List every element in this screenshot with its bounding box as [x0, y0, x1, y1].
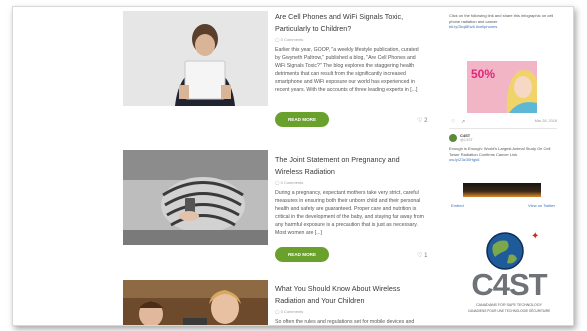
- post-thumbnail-pregnant-woman[interactable]: [123, 150, 268, 245]
- maple-leaf-icon: ✦: [531, 231, 540, 242]
- share-icon[interactable]: ↗: [461, 119, 465, 125]
- heart-icon: ♡: [417, 118, 423, 124]
- post-excerpt: During a pregnancy, expectant mothers ta…: [275, 190, 424, 236]
- twitter-widget-footer: Embed View on Twitter: [449, 203, 559, 211]
- tweet-actions: ♡ ↗ Mar 28, 2018: [449, 119, 559, 127]
- embed-link[interactable]: Embed: [451, 203, 464, 208]
- tweet-link[interactable]: bit.ly/2kq8Ew6 #cellphones: [449, 24, 559, 30]
- view-on-twitter-link[interactable]: View on Twitter: [528, 203, 555, 208]
- post-comments-count[interactable]: ◯ 0 Comments: [275, 309, 425, 314]
- logo-tagline-en: CANADIANS FOR SAFE TECHNOLOGY: [475, 303, 543, 307]
- avatar[interactable]: [449, 133, 457, 142]
- tweet-text: Enough is Enough: World's Largest Animal…: [449, 146, 551, 157]
- tweet-text: Click on the following link and share th…: [449, 13, 554, 24]
- tweet-handle[interactable]: @C4ST: [460, 138, 473, 142]
- like-count: 2: [424, 118, 428, 124]
- tweet: C4ST @C4ST Enough is Enough: World's Lar…: [449, 133, 559, 163]
- tweet: Click on the following link and share th…: [449, 13, 559, 30]
- tweet-image-promo[interactable]: 50%: [467, 61, 537, 113]
- post-title[interactable]: What You Should Know About Wireless Radi…: [275, 283, 425, 307]
- tweet-date[interactable]: Mar 28, 2018: [535, 119, 557, 123]
- post-comments-count[interactable]: ◯ 0 Comments: [275, 37, 425, 42]
- twitter-feed-sidebar: Click on the following link and share th…: [445, 7, 563, 325]
- heart-icon[interactable]: ♡: [451, 119, 455, 125]
- post-comments-count[interactable]: ◯ 0 Comments: [275, 180, 425, 185]
- post-thumbnail-child-with-tablet[interactable]: [123, 11, 268, 106]
- like-count: 1: [424, 253, 428, 259]
- like-button[interactable]: ♡ 2: [417, 117, 427, 124]
- post-thumbnail-children[interactable]: [123, 280, 268, 325]
- logo-text: C4ST: [471, 267, 547, 302]
- like-button[interactable]: ♡ 1: [417, 252, 427, 259]
- promo-percent: 50%: [471, 67, 496, 81]
- post-content: Are Cell Phones and WiFi Signals Toxic, …: [275, 11, 425, 94]
- tweet-link[interactable]: ow.ly/Z3z30Hgk6: [449, 157, 559, 163]
- post-title[interactable]: Are Cell Phones and WiFi Signals Toxic, …: [275, 11, 425, 35]
- read-more-button[interactable]: READ MORE: [275, 112, 329, 127]
- post-content: What You Should Know About Wireless Radi…: [275, 283, 425, 325]
- page-frame: Are Cell Phones and WiFi Signals Toxic, …: [12, 6, 574, 326]
- post-excerpt: So often the rules and regulations set f…: [275, 319, 415, 325]
- post-title[interactable]: The Joint Statement on Pregnancy and Wir…: [275, 154, 425, 178]
- divider: [449, 128, 557, 129]
- read-more-button[interactable]: READ MORE: [275, 247, 329, 262]
- post-excerpt: Earlier this year, GOOP, "a weekly lifes…: [275, 47, 419, 93]
- c4st-logo[interactable]: ✦ C4ST CANADIANS FOR SAFE TECHNOLOGY CAN…: [453, 229, 565, 323]
- tweet-image[interactable]: [463, 183, 541, 197]
- post-content: The Joint Statement on Pregnancy and Wir…: [275, 154, 425, 237]
- logo-tagline-fr: CANADIENS POUR UNE TECHNOLOGIE SÉCURITAI…: [467, 309, 551, 313]
- heart-icon: ♡: [417, 253, 423, 259]
- globe-icon: [486, 232, 524, 270]
